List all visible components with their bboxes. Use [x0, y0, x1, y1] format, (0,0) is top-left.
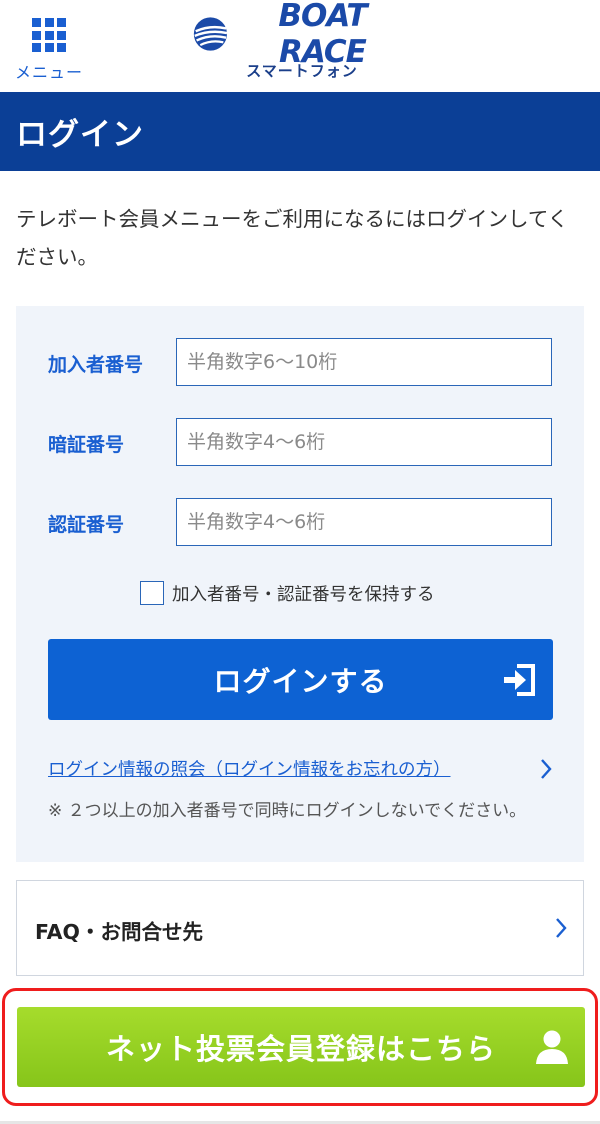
login-panel: 加入者番号 暗証番号 認証番号 加入者番号・認証番号を保持する ログインする ロ…	[16, 306, 584, 862]
register-button-label: ネット投票会員登録はこちら	[105, 1032, 496, 1066]
member-number-label: 加入者番号	[48, 354, 144, 376]
login-button[interactable]: ログインする	[48, 639, 553, 720]
page-title: ログイン	[16, 117, 144, 153]
register-highlight: ネット投票会員登録はこちら	[2, 988, 598, 1106]
auth-number-row: 認証番号	[48, 498, 554, 548]
keep-login-label: 加入者番号・認証番号を保持する	[172, 584, 435, 605]
auth-number-input[interactable]	[176, 498, 552, 546]
pin-input[interactable]	[176, 418, 552, 466]
faq-contact-link[interactable]: FAQ・お問合せ先	[16, 880, 584, 976]
chevron-right-icon[interactable]	[539, 758, 553, 780]
page-title-bar: ログイン	[0, 92, 600, 171]
keep-login-row[interactable]: 加入者番号・認証番号を保持する	[140, 580, 435, 606]
member-number-row: 加入者番号	[48, 338, 554, 388]
keep-login-checkbox[interactable]	[140, 581, 164, 605]
faq-label: FAQ・お問合せ先	[35, 920, 203, 944]
boat-race-logo[interactable]: BOAT RACE スマートフォン	[192, 0, 412, 84]
pin-label: 暗証番号	[48, 434, 125, 456]
login-arrow-icon	[504, 664, 535, 696]
pin-row: 暗証番号	[48, 418, 554, 468]
forgot-login-link[interactable]: ログイン情報の照会（ログイン情報をお忘れの方）	[48, 756, 451, 781]
net-vote-register-button[interactable]: ネット投票会員登録はこちら	[17, 1007, 585, 1087]
chevron-right-icon	[556, 918, 567, 938]
menu-button[interactable]: メニュー	[14, 14, 84, 84]
user-icon	[536, 1030, 568, 1064]
menu-label: メニュー	[14, 63, 83, 82]
auth-number-label: 認証番号	[48, 514, 125, 536]
site-header: メニュー BOAT RACE スマートフォン	[0, 0, 600, 92]
member-number-input[interactable]	[176, 338, 552, 386]
login-button-label: ログインする	[213, 664, 388, 698]
intro-text: テレボート会員メニューをご利用になるにはログインしてください。	[16, 207, 569, 269]
boat-race-logo-icon	[193, 17, 228, 51]
grid-menu-icon	[32, 18, 66, 52]
multiple-login-note: ※ ２つ以上の加入者番号で同時にログインしないでください。	[48, 801, 527, 821]
